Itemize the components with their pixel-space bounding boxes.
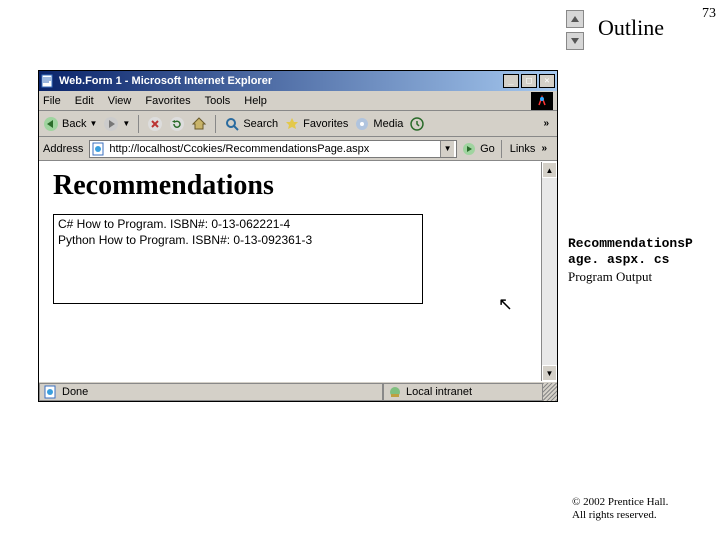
separator	[138, 115, 139, 133]
page-number: 73	[702, 6, 716, 22]
menu-tools[interactable]: Tools	[205, 95, 231, 107]
pager-down-button[interactable]	[566, 32, 584, 50]
status-zone: Local intranet	[383, 383, 543, 401]
search-icon	[224, 116, 240, 132]
ie-throbber-icon	[531, 92, 553, 110]
chevron-down-icon: ▼	[122, 119, 130, 128]
search-label: Search	[243, 118, 278, 130]
chevron-down-icon: ▼	[89, 119, 97, 128]
toolbar: Back ▼ ▼ Search Favorites Media	[39, 111, 557, 137]
links-overflow-button[interactable]: »	[537, 143, 551, 154]
window-title: Web.Form 1 - Microsoft Internet Explorer	[59, 75, 503, 87]
back-icon	[43, 116, 59, 132]
outline-label: Outline	[598, 15, 664, 41]
stop-icon[interactable]	[147, 116, 163, 132]
resize-grip[interactable]	[543, 383, 557, 401]
copyright: © 2002 Prentice Hall. All rights reserve…	[572, 496, 668, 522]
scroll-down-button[interactable]: ▼	[542, 365, 557, 381]
toolbar-overflow-button[interactable]: »	[539, 118, 553, 129]
media-button[interactable]: Media	[354, 116, 403, 132]
status-text: Done	[62, 386, 88, 398]
ie-page-icon	[92, 142, 106, 156]
menu-help[interactable]: Help	[244, 95, 267, 107]
address-input[interactable]: http://localhost/Ccokies/Recommendations…	[89, 140, 457, 158]
slide-pager	[566, 10, 584, 50]
titlebar: Web.Form 1 - Microsoft Internet Explorer…	[39, 71, 557, 91]
home-icon[interactable]	[191, 116, 207, 132]
ie-page-icon	[41, 74, 55, 88]
forward-button[interactable]: ▼	[103, 116, 130, 132]
page-heading: Recommendations	[53, 170, 543, 202]
address-url: http://localhost/Ccokies/Recommendations…	[109, 143, 437, 155]
links-section[interactable]: Links »	[508, 143, 553, 155]
browser-window: Web.Form 1 - Microsoft Internet Explorer…	[38, 70, 558, 402]
history-icon[interactable]	[409, 116, 425, 132]
status-left: Done	[39, 383, 383, 401]
recommendations-listbox[interactable]: C# How to Program. ISBN#: 0-13-062221-4 …	[53, 214, 423, 304]
caption-line2: age. aspx. cs	[568, 252, 693, 268]
list-item[interactable]: C# How to Program. ISBN#: 0-13-062221-4	[58, 217, 418, 233]
go-label: Go	[480, 143, 495, 155]
refresh-icon[interactable]	[169, 116, 185, 132]
favorites-label: Favorites	[303, 118, 348, 130]
scroll-track[interactable]	[542, 178, 557, 365]
list-item[interactable]: Python How to Program. ISBN#: 0-13-09236…	[58, 233, 418, 249]
cursor-icon: ↖	[498, 294, 513, 315]
content-area: Recommendations C# How to Program. ISBN#…	[39, 161, 557, 381]
menu-file[interactable]: File	[43, 95, 61, 107]
side-caption: RecommendationsP age. aspx. cs Program O…	[568, 236, 693, 285]
separator	[501, 140, 502, 158]
go-button[interactable]: Go	[461, 141, 495, 157]
separator	[215, 115, 216, 133]
favorites-icon	[284, 116, 300, 132]
window-controls: _ □ ✕	[503, 74, 555, 88]
menubar: File Edit View Favorites Tools Help	[39, 91, 557, 111]
back-label: Back	[62, 118, 86, 130]
menu-favorites[interactable]: Favorites	[145, 95, 190, 107]
minimize-button[interactable]: _	[503, 74, 519, 88]
vertical-scrollbar[interactable]: ▲ ▼	[541, 162, 557, 381]
back-button[interactable]: Back ▼	[43, 116, 97, 132]
caption-line3: Program Output	[568, 269, 693, 285]
copyright-line2: All rights reserved.	[572, 509, 668, 522]
ie-page-icon	[44, 385, 58, 399]
copyright-line1: © 2002 Prentice Hall.	[572, 496, 668, 509]
statusbar: Done Local intranet	[39, 381, 557, 401]
links-label: Links	[510, 143, 536, 155]
media-icon	[354, 116, 370, 132]
close-button[interactable]: ✕	[539, 74, 555, 88]
media-label: Media	[373, 118, 403, 130]
menu-edit[interactable]: Edit	[75, 95, 94, 107]
search-button[interactable]: Search	[224, 116, 278, 132]
go-icon	[461, 141, 477, 157]
scroll-up-button[interactable]: ▲	[542, 162, 557, 178]
address-label: Address	[43, 143, 83, 155]
pager-up-button[interactable]	[566, 10, 584, 28]
zone-text: Local intranet	[406, 386, 472, 398]
menu-view[interactable]: View	[108, 95, 132, 107]
forward-icon	[103, 116, 119, 132]
favorites-button[interactable]: Favorites	[284, 116, 348, 132]
caption-line1: RecommendationsP	[568, 236, 693, 252]
address-bar: Address http://localhost/Ccokies/Recomme…	[39, 137, 557, 161]
address-dropdown-button[interactable]: ▼	[440, 141, 454, 157]
maximize-button[interactable]: □	[521, 74, 537, 88]
intranet-icon	[388, 385, 402, 399]
